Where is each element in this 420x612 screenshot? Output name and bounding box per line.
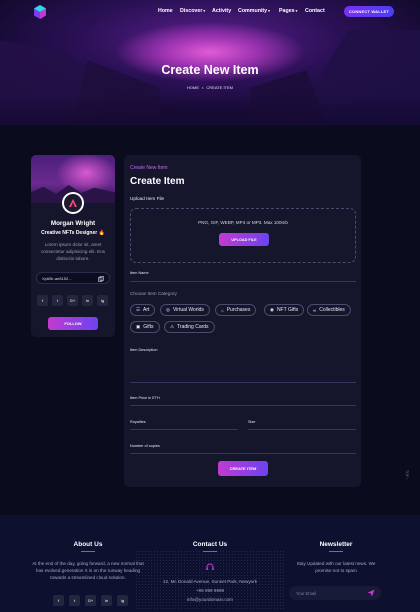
twitter-icon[interactable]: t	[52, 295, 63, 306]
about-title: About Us	[73, 541, 103, 548]
copies-label: Number of copies	[130, 444, 160, 448]
category-collectibles[interactable]: ∞ Collectibles	[307, 304, 351, 316]
form-subtitle: Create New Item	[130, 165, 168, 171]
footer-socials: f t G+ in ig	[53, 595, 128, 606]
upload-label: Upload Item File	[130, 196, 165, 201]
hero-banner: Home Discover▾ Activity Community▾ Pages…	[0, 0, 420, 125]
chevron-down-icon: ▾	[203, 9, 206, 13]
item-name-label: Item Name	[130, 271, 149, 275]
chevron-down-icon: ▾	[268, 9, 270, 13]
twitter-icon[interactable]: t	[69, 595, 80, 606]
bag-icon: ⌂	[221, 307, 224, 313]
facebook-icon[interactable]: f	[37, 295, 48, 306]
google-plus-icon[interactable]: G+	[85, 595, 96, 606]
page-title: Create New Item	[161, 63, 259, 77]
newsletter-text: Stay Updated with our latest news. We pr…	[296, 561, 376, 573]
chevron-down-icon: ▾	[295, 9, 298, 13]
card-icon: ⚠	[170, 324, 175, 329]
nav-home[interactable]: Home	[158, 8, 173, 14]
instagram-icon[interactable]: ig	[117, 595, 128, 606]
profile-role: Creative NFTs Designer 🔥	[41, 230, 105, 236]
gift-token-icon: ◉	[270, 307, 274, 312]
contact-title: Contact Us	[192, 541, 228, 548]
price-label: Item Price in ETH	[130, 396, 160, 400]
category-purchases[interactable]: ⌂ Purchases	[215, 304, 257, 316]
profile-card: Morgan Wright Creative NFTs Designer 🔥 L…	[31, 155, 115, 337]
newsletter-title: Newsletter	[319, 541, 353, 548]
link-icon: ∞	[313, 307, 317, 313]
category-label: Choose Item Category	[130, 291, 177, 296]
newsletter-email-input[interactable]: Your Email	[289, 586, 381, 600]
avatar-icon	[69, 199, 77, 207]
price-input[interactable]	[130, 405, 356, 406]
nav-contact[interactable]: Contact	[305, 8, 325, 14]
royalties-label: Royalties	[130, 420, 146, 424]
connect-wallet-button[interactable]: CONNECT WALLET	[344, 6, 394, 17]
logo-icon[interactable]	[32, 4, 48, 20]
globe-icon: ◎	[166, 307, 170, 312]
headset-icon	[206, 563, 214, 570]
top-nav: Home Discover▾ Activity Community▾ Pages…	[0, 0, 420, 24]
facebook-icon[interactable]: f	[53, 595, 64, 606]
google-plus-icon[interactable]: G+	[67, 295, 78, 306]
follow-button[interactable]: FOLLOW	[48, 317, 98, 330]
linkedin-icon[interactable]: in	[101, 595, 112, 606]
contact-phone[interactable]: +99 999 9999	[155, 587, 265, 594]
nav-discover[interactable]: Discover▾	[180, 8, 205, 14]
size-label: Size	[248, 420, 256, 424]
category-art[interactable]: ☰ Art	[130, 304, 156, 316]
wallet-address-field[interactable]: Xp6l5r-ae8152...	[36, 272, 110, 284]
create-item-form: Create New Item Create Item Upload Item …	[124, 155, 361, 487]
about-text: At the end of the day, going forward, a …	[32, 561, 144, 580]
copy-icon[interactable]	[98, 276, 104, 282]
contact-email[interactable]: info@yourdomain.com	[155, 596, 265, 603]
gift-icon: ▣	[136, 324, 141, 329]
instagram-icon[interactable]: ig	[97, 295, 108, 306]
upload-dropzone[interactable]: PNG, GIF, WEBP, MP4 or MP3. Max 100mb UP…	[130, 208, 356, 263]
profile-name: Morgan Wright	[50, 220, 96, 227]
item-description-input[interactable]	[130, 343, 356, 383]
royalties-input[interactable]	[130, 429, 238, 430]
upload-types: PNG, GIF, WEBP, MP4 or MP3. Max 100mb	[198, 220, 288, 225]
nav-activity[interactable]: Activity	[212, 8, 231, 14]
upload-file-button[interactable]: UPLOAD FILE	[219, 233, 269, 246]
category-gifts[interactable]: ▣ Gifts	[130, 321, 160, 333]
scroll-top-button[interactable]: TOP ↑	[405, 470, 409, 480]
category-trading-cards[interactable]: ⚠ Trading Cards	[164, 321, 215, 333]
category-virtual-worlds[interactable]: ◎ Virtual Worlds	[160, 304, 210, 316]
art-icon: ☰	[136, 307, 141, 312]
profile-bio: Lorem ipsum dolor sit, amet consectetur …	[40, 242, 106, 261]
contact-address: 12, Mc Donald Avenue, Sunset Park, Newyo…	[162, 579, 258, 584]
size-input[interactable]	[248, 429, 356, 430]
linkedin-icon[interactable]: in	[82, 295, 93, 306]
category-nft-gifts[interactable]: ◉ NFT Gifts	[264, 304, 305, 316]
breadcrumb-home[interactable]: HOME	[187, 85, 199, 90]
nav-pages[interactable]: Pages▾	[279, 8, 297, 14]
item-name-input[interactable]	[130, 281, 356, 282]
breadcrumb: HOME • CREATE ITEM	[187, 85, 233, 90]
create-item-button[interactable]: CREATE ITEM	[218, 461, 268, 476]
send-icon[interactable]	[367, 589, 375, 597]
profile-socials: f t G+ in ig	[37, 295, 108, 306]
nav-community[interactable]: Community▾	[238, 8, 270, 14]
avatar[interactable]	[62, 192, 84, 214]
form-title: Create Item	[130, 176, 185, 187]
breadcrumb-current: CREATE ITEM	[206, 85, 233, 90]
copies-input[interactable]	[130, 453, 356, 454]
